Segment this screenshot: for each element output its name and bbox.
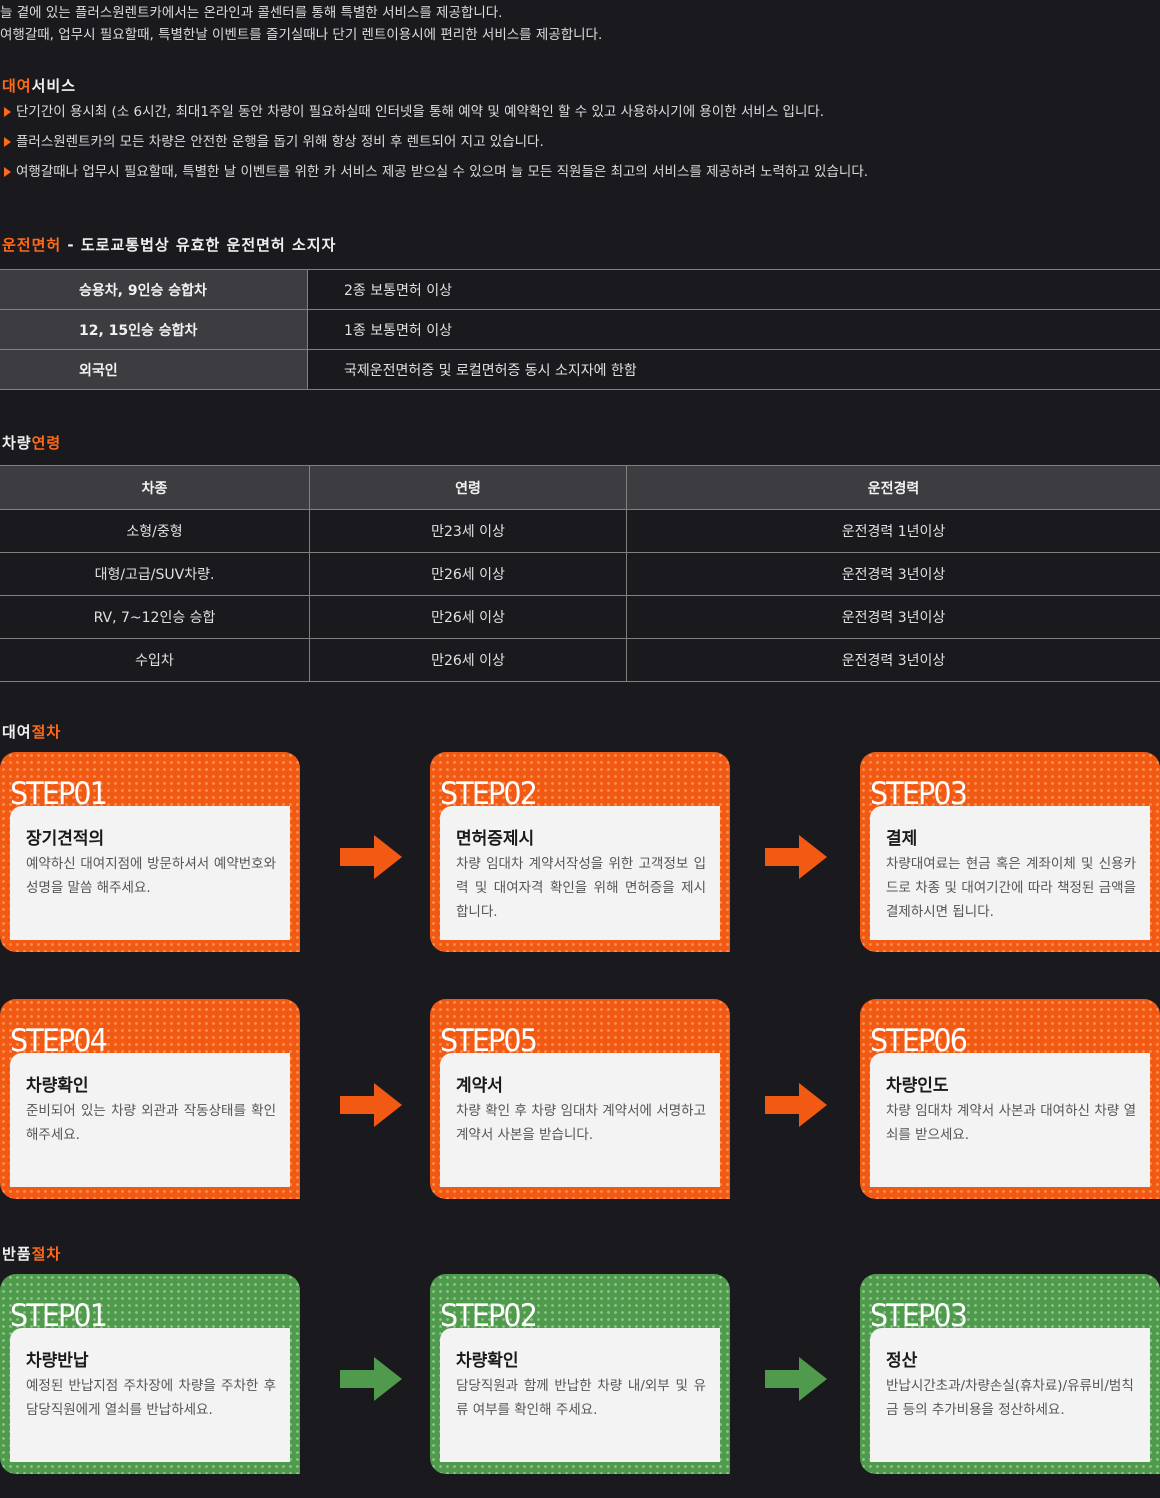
return-process-title: 반품절차: [2, 1245, 62, 1263]
arrow-right-icon: [765, 1357, 827, 1401]
rent-step-card: STEP04 차량확인 준비되어 있는 차량 외관과 작동상태를 확인해주세요.: [0, 999, 300, 1199]
arrow-right-icon: [340, 1083, 402, 1127]
return-step-card: STEP02 차량확인 담당직원과 함께 반납한 차량 내/외부 및 유류 여부를…: [430, 1274, 730, 1474]
arrow-right-icon: [340, 835, 402, 879]
age-table: 차종 연령 운전경력 소형/중형 만23세 이상 운전경력 1년이상 대형/고급/S…: [0, 465, 1160, 682]
table-header-row: 차종 연령 운전경력: [0, 465, 1160, 510]
triangle-bullet-icon: [4, 137, 11, 147]
license-title: 운전면허 - 도로교통법상 유효한 운전면허 소지자: [2, 236, 337, 254]
intro-text: 늘 곁에 있는 플러스원렌트카에서는 온라인과 콜센터를 통해 특별한 서비스를…: [0, 2, 602, 46]
table-row: 수입차 만26세 이상 운전경력 3년이상: [0, 638, 1160, 682]
arrow-right-icon: [765, 1083, 827, 1127]
rent-step-card: STEP01 장기견적의 예약하신 대여지점에 방문하셔서 예약번호와 성명을 말…: [0, 752, 300, 952]
rent-step-card: STEP02 면허증제시 차량 임대차 계약서작성을 위한 고객정보 입력 및 대…: [430, 752, 730, 952]
arrow-right-icon: [765, 835, 827, 879]
table-row: 소형/중형 만23세 이상 운전경력 1년이상: [0, 509, 1160, 553]
list-item: 플러스원렌트카의 모든 차량은 안전한 운행을 돕기 위해 항상 정비 후 렌트…: [4, 131, 868, 161]
table-row: 12, 15인승 승합차 1종 보통면허 이상: [0, 309, 1160, 350]
rent-step-card: STEP03 결제 차량대여료는 현금 혹은 계좌이체 및 신용카드로 차종 및 …: [860, 752, 1160, 952]
intro-line-1: 늘 곁에 있는 플러스원렌트카에서는 온라인과 콜센터를 통해 특별한 서비스를…: [0, 5, 503, 21]
table-row: 외국인 국제운전면허증 및 로컬면허증 동시 소지자에 한함: [0, 349, 1160, 390]
table-row: RV, 7~12인승 승합 만26세 이상 운전경력 3년이상: [0, 595, 1160, 639]
list-item: 단기간이 용시최 (소 6시간, 최대1주일 동안 차량이 필요하실때 인터넷을…: [4, 101, 868, 131]
intro-line-2: 여행갈때, 업무시 필요할때, 특별한날 이벤트를 즐기실때나 단기 렌트이용시…: [0, 27, 603, 43]
arrow-right-icon: [340, 1357, 402, 1401]
rental-service-title: 대여서비스: [2, 77, 77, 95]
triangle-bullet-icon: [4, 167, 11, 177]
rent-process-title: 대여절차: [2, 723, 62, 741]
table-row: 대형/고급/SUV차량. 만26세 이상 운전경력 3년이상: [0, 552, 1160, 596]
table-row: 승용차, 9인승 승합차 2종 보통면허 이상: [0, 269, 1160, 310]
license-table: 승용차, 9인승 승합차 2종 보통면허 이상 12, 15인승 승합차 1종 보통…: [0, 269, 1160, 390]
rent-step-card: STEP05 계약서 차량 확인 후 차량 임대차 계약서에 서명하고 계약서 사…: [430, 999, 730, 1199]
rent-step-card: STEP06 차량인도 차량 임대차 계약서 사본과 대여하신 차량 열쇠를 받으…: [860, 999, 1160, 1199]
return-step-card: STEP03 정산 반납시간초과/차량손실(휴차료)/유류비/범칙금 등의 추가비…: [860, 1274, 1160, 1474]
list-item: 여행갈때나 업무시 필요할때, 특별한 날 이벤트를 위한 카 서비스 제공 받…: [4, 161, 868, 191]
age-title: 차량연령: [2, 434, 62, 452]
rental-service-list: 단기간이 용시최 (소 6시간, 최대1주일 동안 차량이 필요하실때 인터넷을…: [4, 101, 868, 191]
return-step-card: STEP01 차량반납 예정된 반납지점 주차장에 차량을 주차한 후 담당직원에…: [0, 1274, 300, 1474]
triangle-bullet-icon: [4, 107, 11, 117]
